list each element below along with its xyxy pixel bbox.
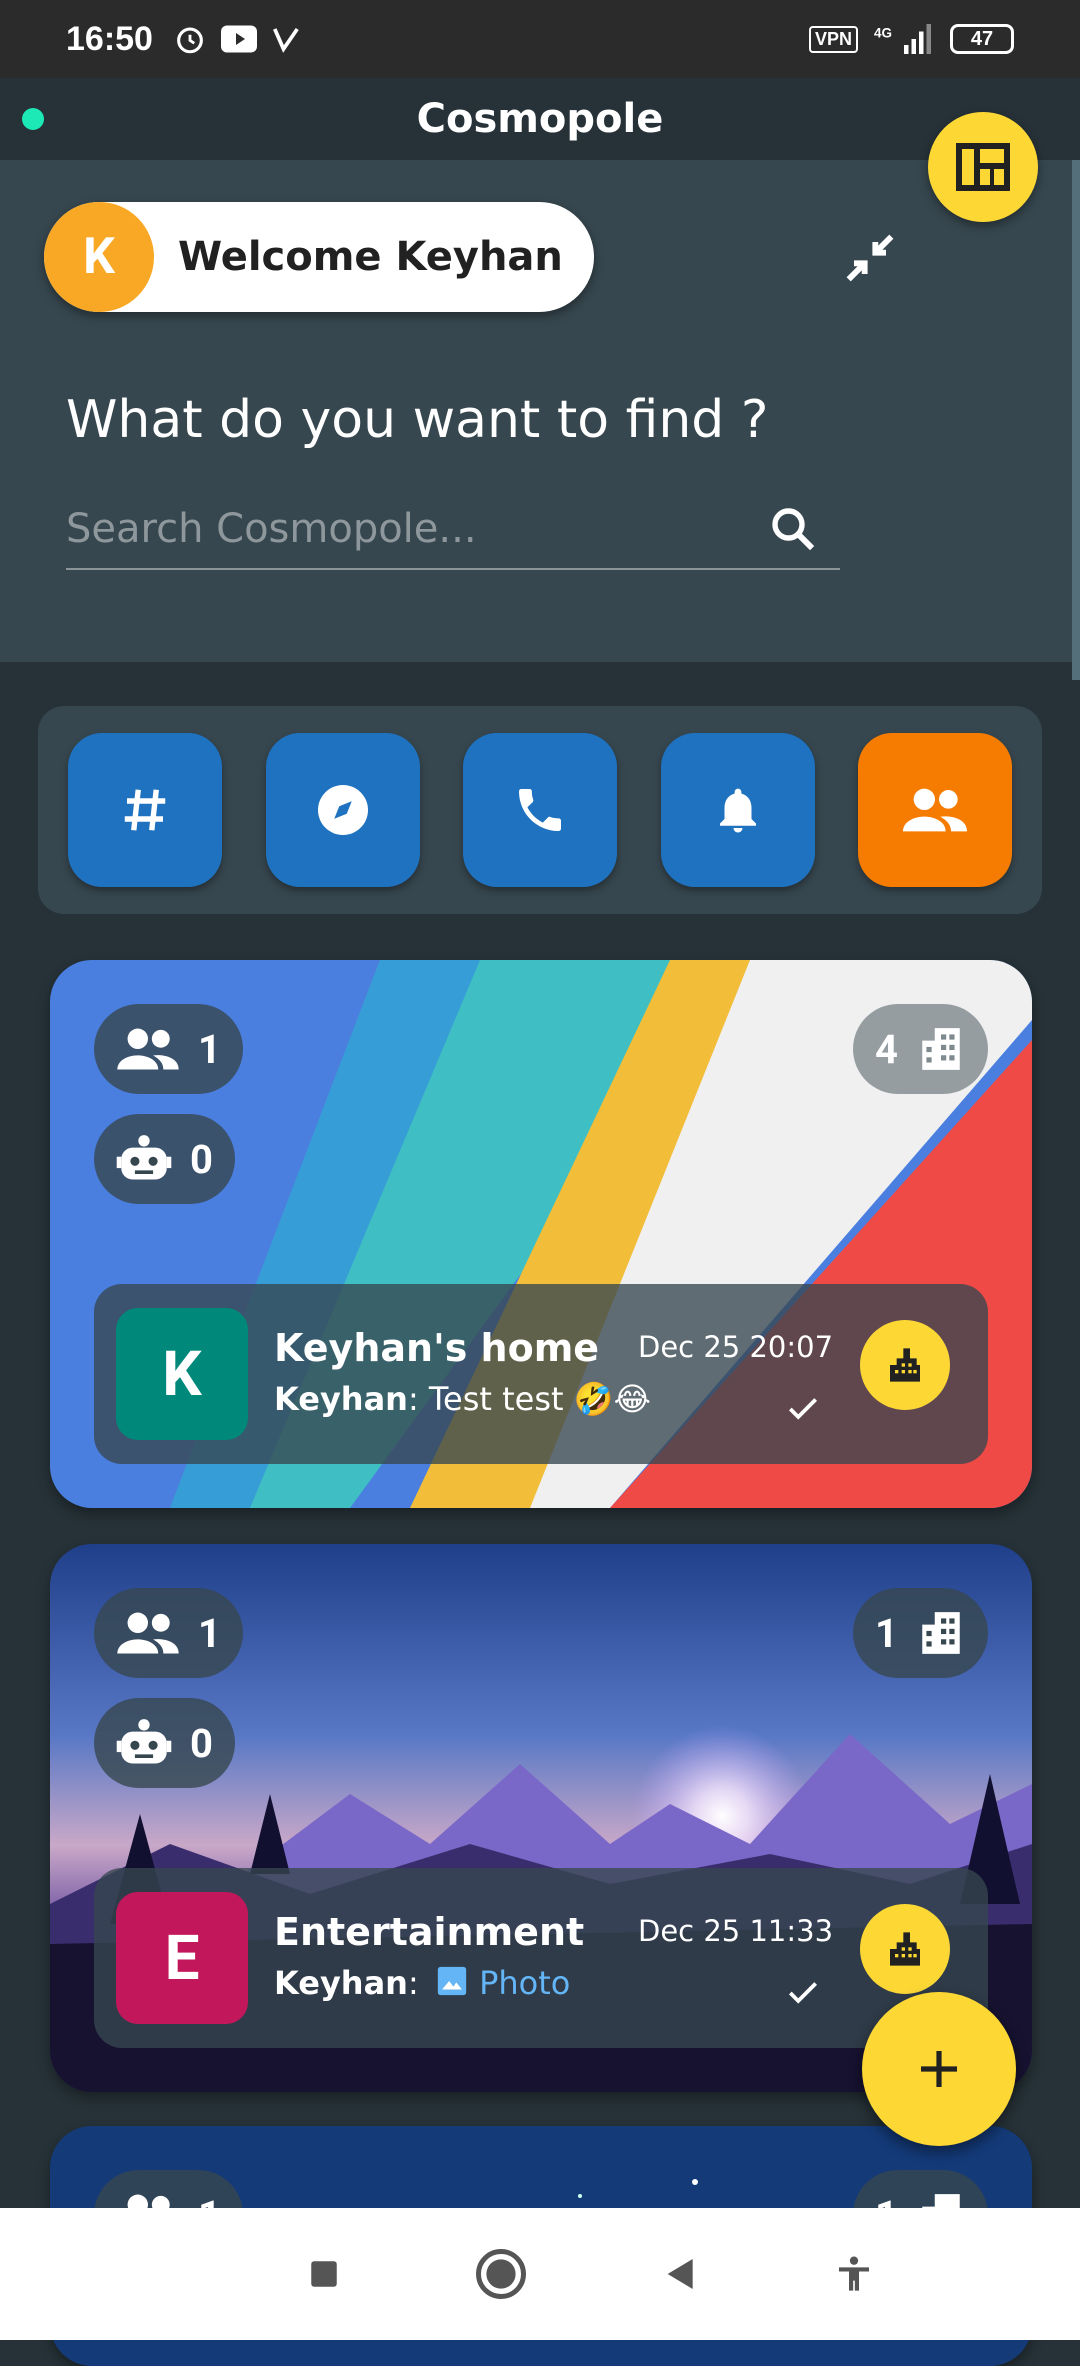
robot-icon (116, 1135, 172, 1180)
members-value: 1 (198, 1025, 221, 1073)
status-time: 16:50 (66, 19, 153, 58)
calls-button[interactable] (463, 733, 617, 887)
open-room-button[interactable] (860, 1320, 950, 1410)
message-date: Dec 25 20:07 (638, 1330, 834, 1364)
people-icon (117, 1612, 179, 1654)
v-app-icon (273, 27, 299, 53)
message-preview: Keyhan: Test test 🤣😂 (274, 1380, 651, 1418)
people-icon (903, 788, 967, 832)
alarm-icon (177, 27, 203, 54)
building-icon (890, 1932, 920, 1966)
bots-value: 0 (190, 1135, 213, 1183)
search-icon[interactable] (766, 502, 820, 556)
rooms-value: 1 (875, 1609, 898, 1657)
search-input[interactable] (66, 506, 746, 552)
app-bar: Cosmopole (0, 78, 1080, 160)
recents-icon[interactable] (307, 2257, 341, 2291)
space-card[interactable]: 1 0 1 E Entertainment Keyhan: Photo Dec … (50, 1544, 1032, 2092)
message-sender: Keyhan (274, 1380, 408, 1418)
last-message[interactable]: E Entertainment Keyhan: Photo Dec 25 11:… (94, 1868, 988, 2048)
groups-button[interactable] (858, 733, 1012, 887)
explore-button[interactable] (265, 733, 420, 887)
welcome-text: Welcome Keyhan (178, 234, 563, 280)
youtube-icon (220, 25, 257, 53)
room-title: Keyhan's home (274, 1326, 600, 1370)
find-title: What do you want to find ? (66, 390, 769, 450)
compass-icon (317, 785, 368, 835)
space-card[interactable]: 1 0 4 K Keyhan's home Keyhan: Test test … (50, 960, 1032, 1508)
dashboard-icon (956, 143, 1010, 191)
phone-icon (519, 789, 561, 831)
room-title: Entertainment (274, 1910, 585, 1954)
collapse-icon[interactable] (838, 226, 902, 290)
room-avatar: E (116, 1892, 248, 2024)
online-indicator (22, 108, 44, 130)
rooms-count: 1 (853, 1588, 988, 1678)
welcome-pill[interactable]: K Welcome Keyhan (44, 202, 594, 312)
back-icon[interactable] (661, 2254, 701, 2294)
open-room-button[interactable] (860, 1904, 950, 1994)
battery-indicator: 47 (950, 24, 1014, 54)
shortcuts-panel (38, 706, 1042, 914)
add-button[interactable] (862, 1992, 1016, 2146)
bots-count: 0 (94, 1698, 235, 1788)
bell-icon (719, 788, 756, 833)
message-text: Test test 🤣😂 (428, 1380, 651, 1418)
members-count: 1 (94, 1004, 243, 1094)
message-text: Photo (479, 1964, 571, 2002)
signal-icon: 4G (874, 24, 931, 54)
hashtag-icon (124, 789, 166, 831)
rooms-count: 4 (853, 1004, 988, 1094)
channels-button[interactable] (68, 733, 222, 887)
rooms-value: 4 (875, 1025, 898, 1073)
robot-icon (116, 1719, 172, 1764)
accessibility-icon[interactable] (834, 2254, 874, 2294)
status-bar: 16:50 VPN 4G 47 (0, 0, 1080, 78)
check-icon (788, 1982, 818, 2004)
search-bar (66, 490, 840, 570)
app-title: Cosmopole (416, 96, 664, 142)
members-value: 1 (198, 1609, 221, 1657)
vpn-badge: VPN (808, 25, 858, 53)
message-preview: Keyhan: Photo (274, 1964, 571, 2002)
members-count: 1 (94, 1588, 243, 1678)
image-icon (437, 1966, 467, 1996)
plus-icon (921, 2051, 957, 2087)
bots-value: 0 (190, 1719, 213, 1767)
layout-button[interactable] (928, 112, 1038, 222)
building-icon (922, 1612, 960, 1654)
people-icon (117, 1028, 179, 1070)
building-icon (890, 1348, 920, 1382)
room-avatar: K (116, 1308, 248, 1440)
system-navigation-bar (0, 2208, 1080, 2340)
bots-count: 0 (94, 1114, 235, 1204)
message-sender: Keyhan (274, 1964, 408, 2002)
svg-text:4G: 4G (874, 26, 892, 41)
building-icon (922, 1028, 960, 1070)
check-icon (788, 1398, 818, 1420)
notifications-button[interactable] (660, 733, 815, 887)
last-message[interactable]: K Keyhan's home Keyhan: Test test 🤣😂 Dec… (94, 1284, 988, 1464)
scrollbar[interactable] (1072, 160, 1080, 680)
home-icon[interactable] (474, 2247, 528, 2301)
avatar: K (44, 202, 154, 312)
message-date: Dec 25 11:33 (638, 1914, 834, 1948)
welcome-header: K Welcome Keyhan What do you want to fin… (0, 160, 1080, 662)
